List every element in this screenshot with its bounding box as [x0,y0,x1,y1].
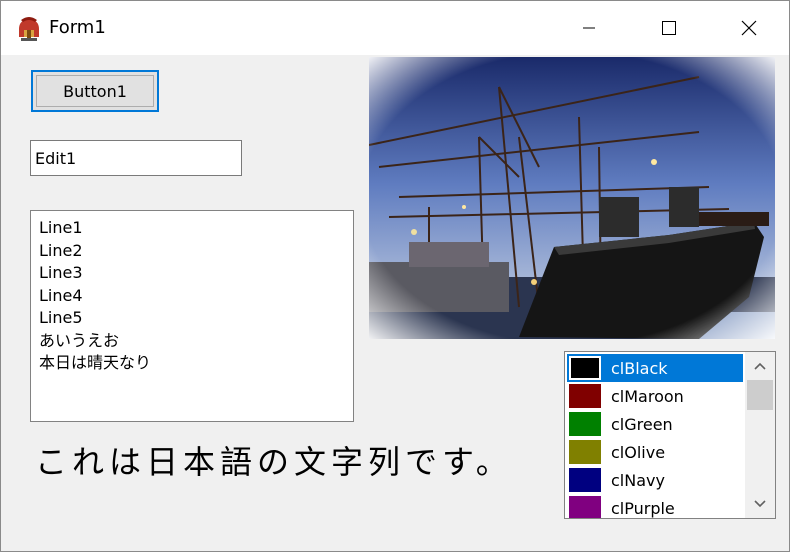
color-label: clBlack [611,358,668,378]
color-item-clolive[interactable]: clOlive [567,438,743,466]
color-swatch [569,468,601,492]
color-item-clpurple[interactable]: clPurple [567,494,743,518]
color-listbox[interactable]: clBlack clMaroon clGreen clOlive clNavy … [564,351,776,519]
chevron-down-icon [754,500,766,508]
close-button[interactable] [709,1,789,55]
vertical-scrollbar[interactable] [745,352,775,518]
maximize-icon [662,21,676,35]
form1-window: Form1 Button1 Line1 Line2 Line3 Line4 Li… [0,0,790,552]
chevron-up-icon [754,362,766,370]
color-item-clblack[interactable]: clBlack [567,354,743,382]
scroll-up-button[interactable] [745,352,775,380]
close-icon [741,20,757,36]
minimize-icon [583,27,595,29]
scroll-thumb[interactable] [747,380,773,410]
title-bar[interactable]: Form1 [1,1,789,55]
memo-line: Line5 [39,308,83,327]
color-swatch [569,412,601,436]
scroll-down-button[interactable] [745,490,775,518]
button1[interactable]: Button1 [31,70,159,112]
minimize-button[interactable] [549,1,629,55]
color-label: clOlive [611,442,666,462]
memo-line: Line1 [39,218,83,237]
client-area: Button1 Line1 Line2 Line3 Line4 Line5 あい… [1,55,789,551]
color-label: clGreen [611,414,673,434]
memo-line: 本日は晴天なり [39,353,152,372]
edit1-field[interactable] [30,140,242,176]
color-label: clMaroon [611,386,684,406]
button1-label: Button1 [36,75,154,107]
memo-line: あいうえお [39,330,120,350]
harbor-crane-ship-image [369,57,775,339]
color-label: clNavy [611,470,665,490]
color-item-clgreen[interactable]: clGreen [567,410,743,438]
window-title: Form1 [49,17,106,38]
spartan-helmet-icon [15,15,43,43]
memo-line: Line3 [39,263,83,282]
color-swatch [569,440,601,464]
color-swatch [569,384,601,408]
color-swatch [569,356,601,380]
color-swatch [569,496,601,518]
maximize-button[interactable] [629,1,709,55]
memo-line: Line4 [39,285,83,305]
color-label: clPurple [611,498,675,518]
memo-line: Line2 [39,240,83,260]
color-item-clmaroon[interactable]: clMaroon [567,382,743,410]
japanese-label: これは日本語の文字列です。 [35,443,513,481]
memo1[interactable]: Line1 Line2 Line3 Line4 Line5 あいうえお 本日は晴… [30,210,354,422]
color-item-clnavy[interactable]: clNavy [567,466,743,494]
